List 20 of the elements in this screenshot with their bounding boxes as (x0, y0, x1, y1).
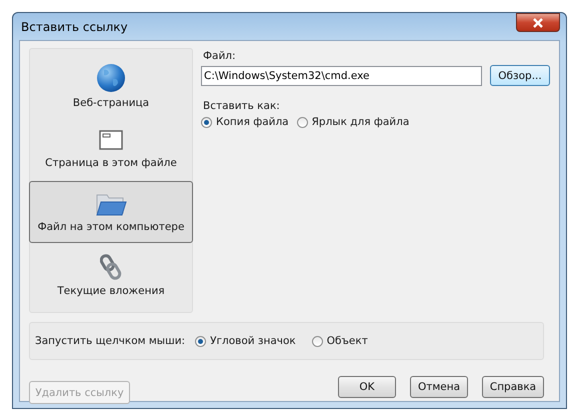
close-icon (532, 18, 544, 28)
globe-icon (96, 63, 126, 94)
radio-option[interactable]: Копия файла (201, 116, 289, 128)
link-type-item[interactable]: Файл на этом компьютере (29, 180, 193, 244)
radio-option[interactable]: Угловой значок (195, 335, 296, 347)
dialog-button[interactable]: Справка (482, 376, 544, 398)
link-type-item[interactable]: Страница в этом файле (29, 118, 193, 180)
radio-option[interactable]: Ярлык для файла (296, 116, 410, 128)
dialog-button[interactable]: OK (338, 376, 396, 398)
close-button[interactable] (516, 13, 560, 32)
link-type-item[interactable]: Текущие вложения (29, 243, 193, 306)
window-title: Вставить ссылку (20, 20, 128, 34)
insert-as-label: Вставить как: (203, 100, 281, 112)
browse-button[interactable]: Обзор... (490, 65, 550, 86)
file-label: Файл: (203, 50, 237, 62)
link-type-item[interactable]: Веб-страница (29, 55, 193, 118)
file-path-field[interactable]: C:\Windows\System32\cmd.exe (201, 66, 482, 86)
radio-option[interactable]: Объект (312, 335, 368, 347)
launch-label: Запустить щелчком мыши: (35, 335, 186, 347)
dialog-button[interactable]: Отмена (410, 376, 468, 398)
